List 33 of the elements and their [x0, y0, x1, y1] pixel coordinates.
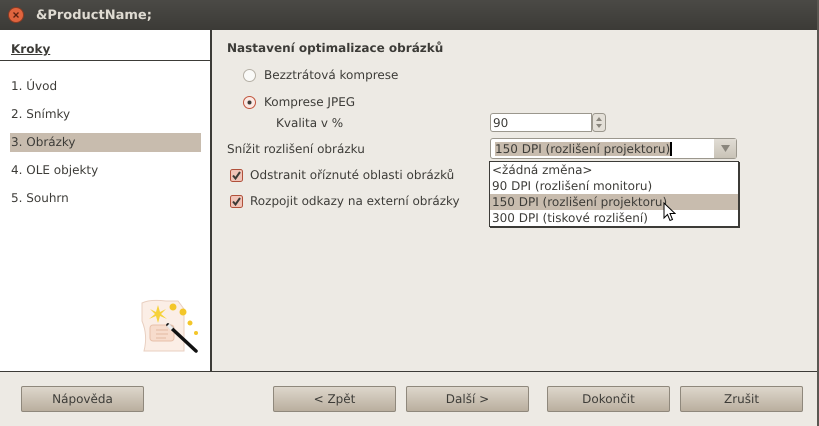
resolution-label: Snížit rozlišení obrázku	[227, 142, 366, 156]
radio-button[interactable]	[243, 96, 256, 108]
dialog-button[interactable]: Další >	[406, 386, 529, 412]
dialog-button[interactable]: Zrušit	[680, 386, 803, 412]
resolution-combo[interactable]: 150 DPI (rozlišení projektoru)	[490, 138, 737, 159]
quality-field[interactable]: 90	[490, 113, 592, 132]
window-title: &ProductName;	[36, 8, 152, 22]
step-item[interactable]: 2. Snímky	[10, 105, 201, 124]
combo-value: 150 DPI (rozlišení projektoru)	[495, 142, 672, 156]
dropdown-option[interactable]: 300 DPI (tiskové rozlišení)	[490, 210, 738, 226]
checkbox[interactable]	[230, 194, 243, 208]
dropdown-arrow-icon[interactable]	[720, 145, 730, 152]
dialog-button[interactable]: Nápověda	[21, 386, 144, 412]
step-item[interactable]: 1. Úvod	[10, 77, 201, 96]
dialog-button[interactable]: Dokončit	[547, 386, 670, 412]
checkbox-label: Rozpojit odkazy na externí obrázky	[250, 194, 460, 208]
radio-label: Komprese JPEG	[264, 95, 356, 109]
quality-label: Kvalita v %	[276, 116, 344, 130]
step-item[interactable]: 4. OLE objekty	[10, 161, 201, 180]
section-heading: Nastavení optimalizace obrázků	[227, 41, 444, 57]
radio-label: Bezztrátová komprese	[264, 68, 398, 82]
dropdown-option[interactable]: 150 DPI (rozlišení projektoru)	[490, 194, 738, 210]
radio-button[interactable]	[243, 68, 256, 82]
dropdown-option[interactable]: 90 DPI (rozlišení monitoru)	[490, 178, 738, 194]
spin-buttons-icon[interactable]	[592, 113, 606, 132]
checkbox[interactable]	[230, 168, 243, 182]
dialog-button[interactable]: < Zpět	[273, 386, 396, 412]
checkbox-label: Odstranit oříznuté oblasti obrázků	[250, 168, 454, 182]
step-item[interactable]: 5. Souhrn	[10, 189, 201, 208]
steps-heading: Kroky	[10, 41, 52, 56]
dropdown-option[interactable]: <žádná změna>	[490, 162, 738, 178]
close-icon[interactable]	[8, 7, 24, 23]
step-item[interactable]: 3. Obrázky	[10, 133, 201, 152]
